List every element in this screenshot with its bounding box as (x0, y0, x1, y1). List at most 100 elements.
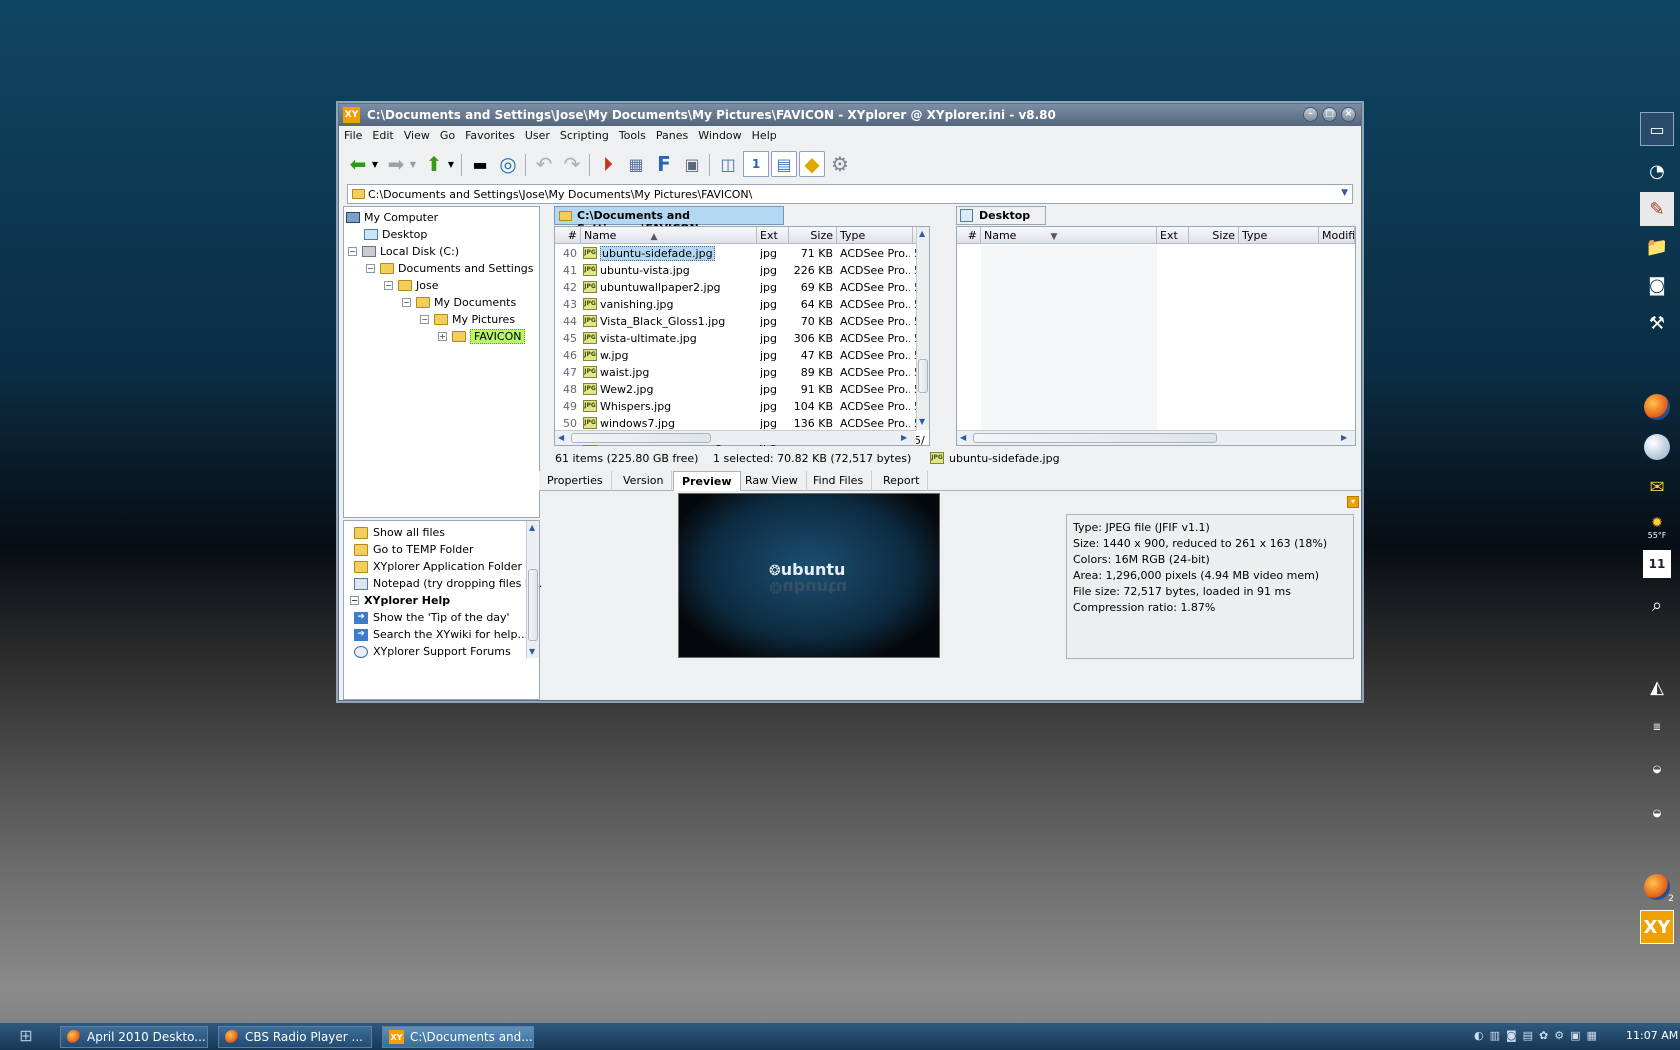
clock-app-icon[interactable]: ◔ (1640, 154, 1674, 188)
tab-preview[interactable]: Preview (673, 471, 741, 491)
menu-window[interactable]: Window (693, 126, 746, 142)
forward-arrow-icon[interactable]: ➡ (383, 151, 409, 177)
table-row[interactable]: 43JPGvanishing.jpgjpg64 KBACDSee Pro...5… (555, 296, 926, 313)
taskbar-item-xyplorer[interactable]: XY C:\Documents and... (382, 1026, 534, 1048)
play-circle-icon[interactable]: ⏵ (595, 151, 621, 177)
table-row[interactable]: 40 JPG ubuntu-sidefade.jpg jpg 71 KB ACDSee P… (555, 245, 926, 262)
pane2-horizontal-scrollbar[interactable]: ◀ ▶ (957, 430, 1355, 445)
tools-icon[interactable]: ⚒ (1640, 306, 1674, 340)
table-row[interactable]: 49JPGWhispers.jpgjpg104 KBACDSee Pro...5… (555, 398, 926, 415)
calendar-icon[interactable]: 11 (1643, 550, 1671, 578)
system-tray[interactable]: ◐▥◙▤✿⚙▣▦ (1474, 1029, 1603, 1042)
catalog-item[interactable]: ➜ Show the 'Tip of the day' (354, 609, 510, 626)
pane1-horizontal-scrollbar[interactable]: ◀ ▶ (555, 430, 916, 445)
column-number[interactable]: # (957, 227, 981, 244)
thumbnail-icon[interactable]: ▣ (679, 151, 705, 177)
catalog-grid-icon[interactable]: ▦ (623, 151, 649, 177)
address-dropdown-icon[interactable]: ▼ (1341, 188, 1348, 198)
meter-icon[interactable]: ◒ (1640, 752, 1674, 786)
back-dropdown-icon[interactable]: ▼ (369, 151, 381, 177)
up-arrow-icon[interactable]: ⬆ (421, 151, 447, 177)
camera-icon[interactable]: ◙ (1640, 268, 1674, 302)
single-pane-icon[interactable]: 1 (743, 151, 769, 177)
column-type[interactable]: Type (1239, 227, 1319, 244)
column-name[interactable]: Name ▲ (581, 227, 757, 244)
forward-dropdown-icon[interactable]: ▼ (407, 151, 419, 177)
firefox-icon[interactable] (1640, 390, 1674, 424)
menu-tools[interactable]: Tools (614, 126, 651, 142)
xyplorer-icon[interactable]: XY (1640, 910, 1674, 944)
tree-item-my-pictures[interactable]: − My Pictures (420, 311, 515, 327)
minimize-button[interactable]: – (1303, 107, 1318, 122)
settings-gear-icon[interactable]: ⚙ (827, 151, 853, 177)
menu-user[interactable]: User (520, 126, 555, 142)
taskbar-item-april-2010[interactable]: April 2010 Deskto... (60, 1026, 208, 1048)
back-arrow-icon[interactable]: ⬅ (345, 151, 371, 177)
menu-edit[interactable]: Edit (367, 126, 398, 142)
tab-raw-view[interactable]: Raw View (737, 471, 807, 491)
tree-item-local-disk[interactable]: − Local Disk (C:) (348, 243, 459, 259)
table-row[interactable]: 42 JPG ubuntuwallpaper2.jpg jpg 69 KB ACDSee … (555, 279, 926, 296)
menu-go[interactable]: Go (435, 126, 460, 142)
search-icon[interactable]: ⌕ (1640, 588, 1674, 622)
column-size[interactable]: Size (1189, 227, 1239, 244)
meter-icon[interactable]: ◒ (1640, 796, 1674, 830)
documents-icon[interactable]: 📁 (1640, 230, 1674, 264)
catalog-item[interactable]: XYplorer Application Folder (354, 558, 522, 575)
column-ext[interactable]: Ext (1157, 227, 1189, 244)
pane1-vertical-scrollbar[interactable]: ▲ ▼ (916, 227, 929, 430)
catalog-item[interactable]: Show all files (354, 524, 445, 541)
table-row[interactable]: 44 JPG Vista_Black_Gloss1.jpg jpg 70 KB ACDSe… (555, 313, 926, 330)
undo-icon[interactable]: ↶ (531, 151, 557, 177)
column-size[interactable]: Size (789, 227, 837, 244)
column-ext[interactable]: Ext (757, 227, 789, 244)
maximize-button[interactable]: □ (1322, 107, 1337, 122)
menu-favorites[interactable]: Favorites (460, 126, 520, 142)
column-modified[interactable]: Modifie (1319, 227, 1355, 244)
menu-view[interactable]: View (399, 126, 435, 142)
dual-pane-icon[interactable]: ◫ (715, 151, 741, 177)
column-name[interactable]: Name ▼ (981, 227, 1157, 244)
up-dropdown-icon[interactable]: ▼ (445, 151, 457, 177)
firefox-icon[interactable]: 2 (1640, 870, 1674, 904)
tab-properties[interactable]: Properties (539, 471, 612, 491)
table-row[interactable]: 45 JPG vista-ultimate.jpg jpg 306 KB ACDSee P… (555, 330, 926, 347)
tree-item-favicon[interactable]: + FAVICON (438, 328, 526, 344)
drive-icon[interactable]: ▬ (467, 151, 493, 177)
globe-icon[interactable] (1640, 430, 1674, 464)
menu-scripting[interactable]: Scripting (555, 126, 614, 142)
find-files-icon[interactable]: F (651, 151, 677, 177)
start-button[interactable]: ⊞ (8, 1026, 44, 1047)
app-shortcut-icon[interactable]: ✎ (1640, 192, 1674, 226)
pane1-tab[interactable]: C:\Documents and Settings...\FAVICON (554, 206, 784, 235)
network-icon[interactable]: ≣ (1640, 710, 1674, 744)
clock[interactable]: 11:07 AM (1626, 1029, 1678, 1042)
table-row[interactable]: 48JPGWew2.jpgjpg91 KBACDSee Pro...5/1 (555, 381, 926, 398)
monitor-icon[interactable]: ▭ (1640, 112, 1674, 146)
tab-version[interactable]: Version (615, 471, 673, 491)
tree-item-jose[interactable]: − Jose (384, 277, 438, 293)
catalog-item[interactable]: Go to TEMP Folder (354, 541, 474, 558)
tree-item-my-documents[interactable]: − My Documents (402, 294, 516, 310)
taskbar-item-cbs-radio[interactable]: CBS Radio Player ... (218, 1026, 372, 1048)
title-bar[interactable]: XY C:\Documents and Settings\Jose\My Doc… (339, 104, 1361, 126)
menu-panes[interactable]: Panes (651, 126, 693, 142)
target-icon[interactable]: ◎ (495, 151, 521, 177)
catalog-category-xyplorer-help[interactable]: − XYplorer Help (350, 592, 450, 609)
table-row[interactable]: 47JPGwaist.jpgjpg89 KBACDSee Pro...5/1 (555, 364, 926, 381)
tree-item-my-computer[interactable]: My Computer (346, 209, 438, 225)
info-panel-icon[interactable]: ◆ (799, 151, 825, 177)
catalog-item[interactable]: ➜ Search the XYwiki for help... (354, 626, 528, 643)
close-button[interactable]: × (1341, 107, 1356, 122)
redo-icon[interactable]: ↷ (559, 151, 585, 177)
table-row[interactable]: 41 JPG ubuntu-vista.jpg jpg 226 KB ACDSee Pro… (555, 262, 926, 279)
tree-item-desktop[interactable]: Desktop (364, 226, 427, 242)
layout-icon[interactable]: ▤ (771, 151, 797, 177)
table-row[interactable]: 46JPGw.jpgjpg47 KBACDSee Pro...5/1 (555, 347, 926, 364)
weather-icon[interactable]: ✹ 55°F (1640, 510, 1674, 544)
tab-find-files[interactable]: Find Files (805, 471, 873, 491)
panel-options-icon[interactable]: ▾ (1347, 496, 1359, 508)
catalog-item[interactable]: XYplorer Support Forums (354, 643, 511, 660)
catalog-scrollbar[interactable]: ▲ ▼ (526, 521, 539, 658)
catalog-item[interactable]: Notepad (try dropping files h... (354, 575, 542, 592)
